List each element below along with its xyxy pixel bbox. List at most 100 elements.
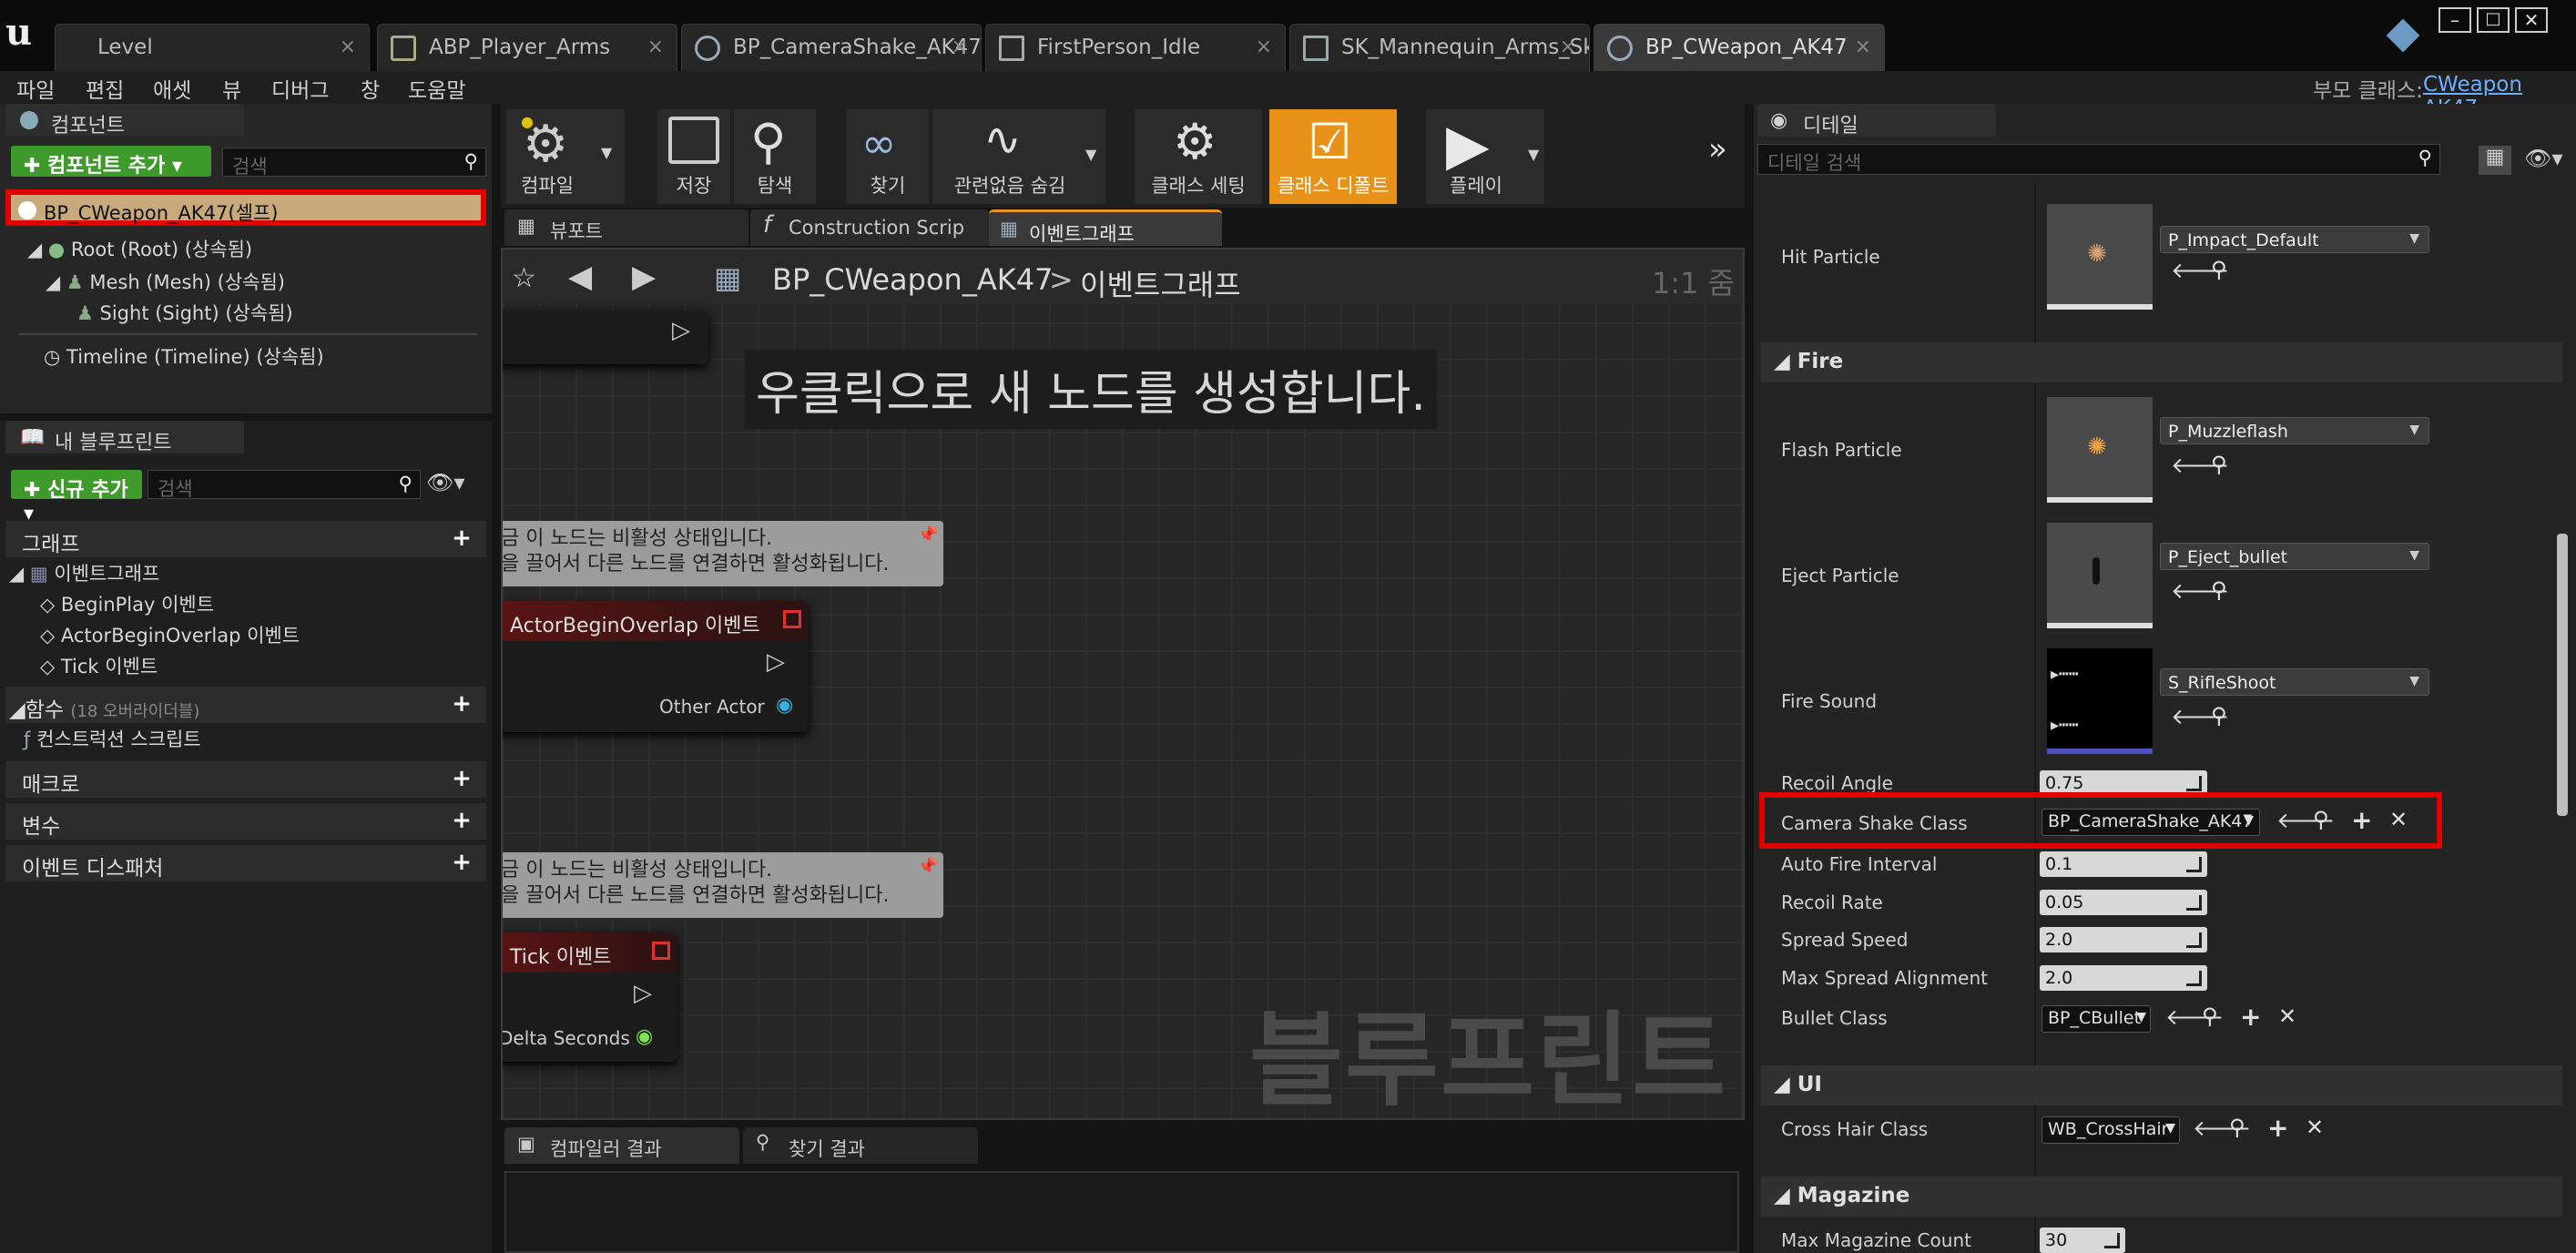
view-options-icon[interactable]: 👁▾ [426,470,465,495]
browse-magnifier-icon[interactable]: ⚲ [2313,807,2329,832]
menu-debug[interactable]: 디버그 [271,73,329,104]
flash-particle-combo[interactable]: P_Muzzleflash [2160,417,2429,444]
tab-bp-camerashake[interactable]: BP_CameraShake_AK47• × [681,24,982,71]
close-icon[interactable]: × [952,36,968,58]
tree-item-mesh[interactable]: ◢ ♟ Mesh (Mesh) (상속됨) [46,268,285,295]
view-options-icon[interactable]: 👁▾ [2524,146,2563,171]
flash-particle-thumbnail[interactable]: ✺ [2047,397,2153,503]
favorite-star-icon[interactable]: ☆ [512,262,536,294]
class-settings-button[interactable]: ⚙ 클래스 세팅 [1135,109,1262,204]
maximize-button[interactable]: □ [2477,7,2510,33]
float-pin-icon[interactable]: ◉ [636,1025,653,1048]
close-icon[interactable]: × [1855,36,1871,58]
add-plus-icon[interactable]: + [2240,1002,2261,1032]
construction-script-tab[interactable]: f Construction Scrip [750,209,989,246]
hide-unrelated-button[interactable]: ∿ ▼ 관련없음 숨김 [932,109,1105,204]
add-plus-icon[interactable]: + [2351,805,2372,835]
eventgraph-item[interactable]: ◢ ▦ 이벤트그래프 [9,559,159,586]
event-item-tick[interactable]: ◇ Tick 이벤트 [40,652,158,679]
actor-begin-overlap-node[interactable]: ActorBeginOverlap 이벤트 ▷ Other Actor ◉ [503,601,809,732]
pin-icon[interactable]: 📌 [918,523,938,548]
eject-particle-thumbnail[interactable] [2047,523,2153,628]
add-dispatcher-icon[interactable]: + [450,851,473,874]
add-component-button[interactable]: ✚ 컴포넌트 추가 ▾ [11,146,211,178]
construction-script-item[interactable]: ƒ 컨스트럭션 스크립트 [24,725,201,752]
eventgraph-tab[interactable]: ▦ 이벤트그래프 [989,209,1222,246]
max-spread-alignment-input[interactable]: 2.0 [2040,965,2207,991]
breadcrumb-blueprint[interactable]: BP_CWeapon_AK47 [772,262,1053,297]
details-tab[interactable]: ◉ 디테일 [1757,104,1996,138]
menu-view[interactable]: 뷰 [222,73,241,104]
browse-magnifier-icon[interactable]: ⚲ [2211,452,2227,477]
browse-magnifier-icon[interactable]: ⚲ [2211,257,2227,282]
ui-section-header[interactable]: ◢ UI [1761,1065,2562,1105]
menu-edit[interactable]: 편집 [86,73,124,104]
eject-particle-combo[interactable]: P_Eject_bullet [2160,543,2429,570]
back-arrow-icon[interactable]: ◀ [568,259,592,295]
spread-speed-input[interactable]: 2.0 [2040,927,2207,952]
camera-shake-class-dropdown[interactable]: BP_CameraShake_AK47 ▼ [2041,809,2260,836]
menu-window[interactable]: 창 [361,73,380,104]
viewport-tab[interactable]: ▦ 뷰포트 [504,209,748,246]
property-matrix-icon[interactable]: ▦ [2479,146,2511,175]
find-results-tab[interactable]: ⚲ 찾기 결과 [743,1127,978,1164]
compiler-results-tab[interactable]: ▣ 컴파일러 결과 [504,1127,739,1164]
close-icon[interactable]: × [1560,36,1576,58]
clear-x-icon[interactable]: ✕ [2389,807,2408,832]
tick-node[interactable]: Tick 이벤트 ▷ Delta Seconds ◉ [503,932,677,1062]
save-button[interactable]: 저장 [657,109,730,204]
graph-canvas[interactable]: ☆ ◀ ▶ ▦ BP_CWeapon_AK47 > 이벤트그래프 1:1 줌 ▷… [501,248,1745,1120]
browse-button[interactable]: ⚲ 탐색 [734,109,816,204]
menu-asset[interactable]: 애셋 [153,73,191,104]
tab-level[interactable]: Level × [55,24,370,71]
add-graph-icon[interactable]: + [450,526,473,550]
add-new-button[interactable]: ✚ 신규 추가 ▾ [11,470,142,525]
bullet-class-dropdown[interactable]: BP_CBullet ▼ [2041,1005,2151,1033]
tab-sk-mannequin[interactable]: SK_Mannequin_Arms_Ske•× [1289,24,1590,71]
browse-magnifier-icon[interactable]: ⚲ [2229,1115,2245,1140]
my-blueprint-search-input[interactable]: 검색 ⚲ [148,470,421,500]
magazine-section-header[interactable]: ◢ Magazine [1761,1177,2562,1217]
hit-particle-thumbnail[interactable]: ✺ [2047,204,2153,310]
exec-pin-icon[interactable]: ▷ [634,980,652,1007]
browse-magnifier-icon[interactable]: ⚲ [2211,577,2227,603]
fire-section-header[interactable]: ◢ Fire [1761,342,2562,382]
close-icon[interactable]: × [1256,36,1272,58]
close-window-button[interactable]: ✕ [2515,7,2548,33]
close-icon[interactable]: × [647,36,664,58]
macros-section[interactable]: 매크로 + [5,761,486,798]
minimize-button[interactable]: – [2439,7,2471,33]
close-icon[interactable]: × [340,36,356,58]
recoil-rate-input[interactable]: 0.05 [2040,890,2207,915]
find-button[interactable]: ∞ 찾기 [847,109,929,204]
class-defaults-button[interactable]: ☑ 클래스 디폴트 [1269,109,1397,204]
chevron-down-icon[interactable]: ▼ [601,144,612,161]
browse-magnifier-icon[interactable]: ⚲ [2202,1003,2218,1029]
menu-help[interactable]: 도움말 [408,73,465,104]
event-item-beginplay[interactable]: ◇ BeginPlay 이벤트 [40,590,214,617]
self-component-row[interactable]: BP_CWeapon_AK47(셀프) [5,189,486,226]
fire-sound-thumbnail[interactable]: ▸┅┅ ▸┅┅ [2047,648,2153,754]
dispatchers-section[interactable]: 이벤트 디스패처 + [5,845,486,881]
toolbar-overflow-icon[interactable]: » [1708,131,1727,168]
graphs-section[interactable]: 그래프 + [5,521,486,557]
add-variable-icon[interactable]: + [450,809,473,832]
play-button[interactable]: ▶ ▼ 플레이 [1426,109,1544,204]
variables-section[interactable]: 변수 + [5,803,486,840]
tree-item-root[interactable]: ◢ ● Root (Root) (상속됨) [27,235,252,262]
add-function-icon[interactable]: + [450,692,473,716]
add-plus-icon[interactable]: + [2267,1113,2288,1143]
content-browser-icon[interactable] [2386,18,2420,53]
forward-arrow-icon[interactable]: ▶ [632,259,656,295]
clear-x-icon[interactable]: ✕ [2306,1115,2324,1140]
hit-particle-combo[interactable]: P_Impact_Default [2160,226,2429,253]
tree-item-sight[interactable]: ♟ Sight (Sight) (상속됨) [76,299,293,326]
tab-firstperson-idle[interactable]: FirstPerson_Idle × [985,24,1286,71]
chevron-down-icon[interactable]: ▼ [1085,146,1096,163]
breadcrumb-graph[interactable]: 이벤트그래프 [1080,262,1241,304]
object-pin-icon[interactable]: ◉ [776,694,793,717]
max-magazine-count-input[interactable]: 30 [2040,1228,2125,1253]
auto-fire-interval-input[interactable]: 0.1 [2040,851,2207,877]
unreal-logo-icon[interactable]: u [5,11,32,54]
my-blueprint-tab[interactable]: 📖 내 블루프린트 [5,421,244,454]
